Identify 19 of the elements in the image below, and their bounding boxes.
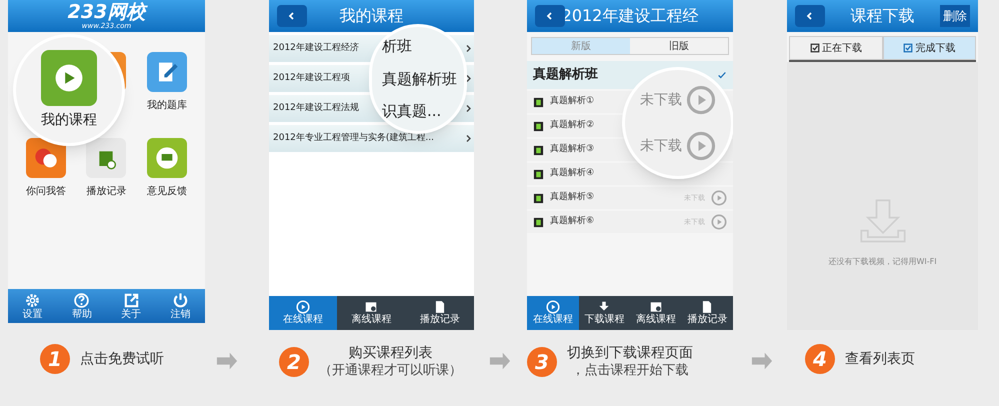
magnified-text: 识真题... <box>382 101 442 122</box>
step-number: 4 <box>805 344 835 374</box>
logo: 233网校 <box>68 2 146 22</box>
step-text: 购买课程列表 <box>348 344 432 362</box>
download-status: 未下载 <box>640 136 682 156</box>
step-text: （开通课程才可以听课） <box>319 362 462 380</box>
step-text: 点击免费试听 <box>80 350 164 368</box>
magnified-text: 真题解析班 <box>382 68 457 90</box>
step-text: 查看列表页 <box>845 350 915 368</box>
step-number: 3 <box>527 347 557 377</box>
screen-title: 我的课程 <box>340 5 404 27</box>
step-number: 1 <box>40 344 70 374</box>
empty-message: 还没有下载视频，记得用WI-FI <box>828 256 937 268</box>
screen-title: 课程下载 <box>850 5 914 27</box>
step-text: 切换到下载课程页面 <box>567 344 693 362</box>
step-number: 2 <box>279 347 309 377</box>
step-text: ，点击课程开始下载 <box>572 362 688 380</box>
magnified-text: 析班 <box>382 36 412 58</box>
download-status: 未下载 <box>640 90 682 110</box>
